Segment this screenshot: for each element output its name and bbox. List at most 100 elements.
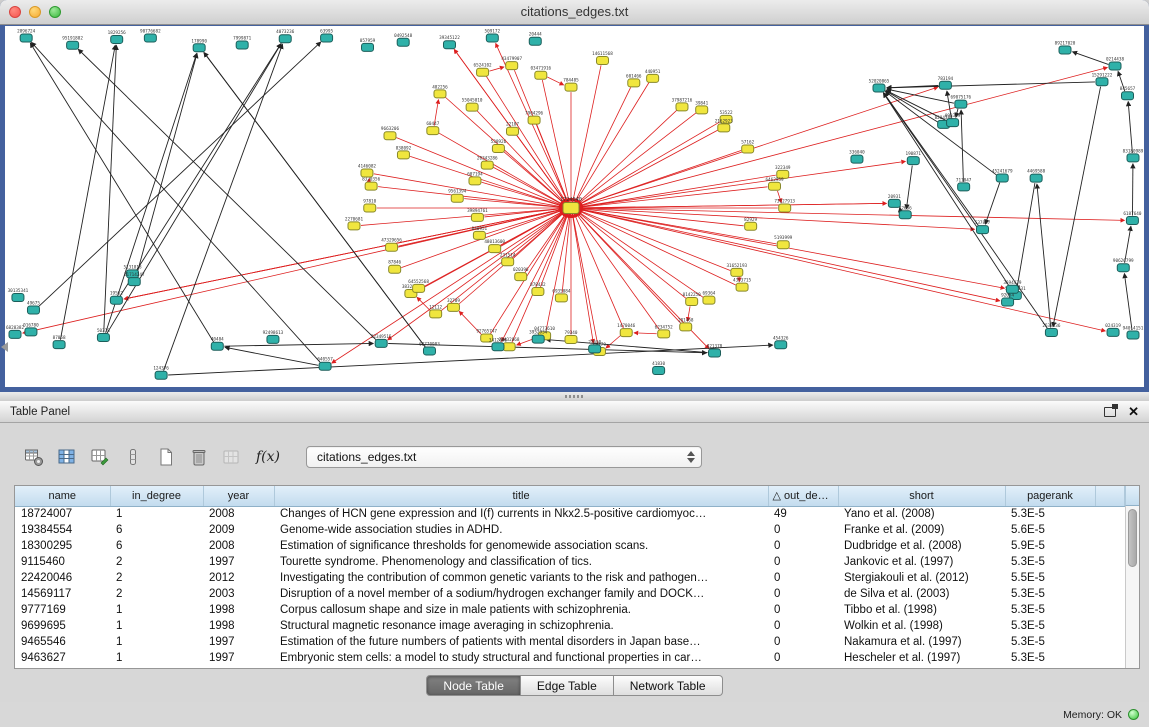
table-cell[interactable]: 9463627: [15, 650, 110, 666]
table-selector-dropdown[interactable]: citations_edges.txt: [306, 446, 702, 468]
table-cell[interactable]: Franke et al. (2009): [838, 522, 1005, 538]
table-cell[interactable]: 5.9E-5: [1005, 538, 1095, 554]
graph-edge[interactable]: [224, 343, 373, 346]
table-cell[interactable]: 5.3E-5: [1005, 602, 1095, 618]
table-cell[interactable]: 22420046: [15, 570, 110, 586]
graph-node[interactable]: 90776682: [140, 29, 161, 43]
graph-node[interactable]: 024319: [1105, 323, 1121, 337]
network-canvas[interactable]: 1724040731279138292951939993165219343537…: [5, 26, 1144, 387]
graph-node[interactable]: 27650: [588, 339, 601, 353]
graph-node[interactable]: 97810: [363, 199, 376, 213]
table-cell[interactable]: 2009: [203, 522, 274, 538]
graph-node[interactable]: 601466: [626, 73, 642, 87]
graph-node[interactable]: 40484: [211, 337, 224, 351]
graph-node[interactable]: 538926: [491, 139, 507, 153]
table-row[interactable]: 969969511998Structural magnetic resonanc…: [15, 618, 1125, 634]
graph-node[interactable]: 52020865: [869, 79, 890, 93]
graph-node[interactable]: 39841: [695, 100, 708, 114]
graph-edge[interactable]: [578, 211, 703, 297]
graph-node[interactable]: 20444: [529, 32, 542, 46]
graph-edge[interactable]: [502, 212, 568, 341]
graph-node[interactable]: 4469588: [1027, 169, 1046, 183]
table-cell[interactable]: Estimation of the future numbers of pati…: [274, 634, 768, 650]
graph-node[interactable]: 41830: [652, 361, 665, 375]
table-cell[interactable]: Embryonic stem cells: a model to study s…: [274, 650, 768, 666]
graph-edge[interactable]: [547, 77, 563, 85]
graph-edge[interactable]: [120, 44, 281, 296]
table-cell[interactable]: Structural magnetic resonance image aver…: [274, 618, 768, 634]
graph-node[interactable]: 784485: [563, 78, 579, 92]
graph-node[interactable]: 093339: [945, 113, 961, 127]
graph-node[interactable]: 22349515: [371, 334, 392, 348]
graph-edge[interactable]: [1053, 87, 1101, 327]
graph-node[interactable]: 30135341: [8, 288, 29, 302]
panel-collapse-arrow-icon[interactable]: [1, 342, 8, 352]
graph-node[interactable]: 7999871: [233, 35, 252, 49]
graph-node[interactable]: 2270681: [345, 216, 364, 230]
graph-node[interactable]: 0142250: [683, 292, 702, 306]
function-builder-button[interactable]: f(x): [253, 449, 283, 465]
graph-node[interactable]: 322349: [775, 165, 791, 179]
graph-edge[interactable]: [1125, 226, 1131, 262]
graph-edge[interactable]: [578, 68, 1107, 207]
graph-node[interactable]: 6828382: [6, 325, 25, 339]
table-cell[interactable]: de Silva et al. (2003): [838, 586, 1005, 602]
table-cell[interactable]: 1: [110, 602, 203, 618]
table-cell[interactable]: Stergiakouli et al. (2012): [838, 570, 1005, 586]
graph-node[interactable]: 057959: [360, 38, 376, 52]
table-cell[interactable]: 0: [768, 570, 838, 586]
graph-node[interactable]: 6234752: [655, 324, 674, 338]
split-drag-handle-icon[interactable]: [565, 395, 583, 398]
graph-node[interactable]: 6462959: [765, 177, 784, 191]
graph-edge[interactable]: [39, 42, 321, 306]
table-cell[interactable]: Investigating the contribution of common…: [274, 570, 768, 586]
graph-edge[interactable]: [1073, 52, 1109, 65]
graph-edge[interactable]: [906, 166, 912, 209]
graph-node[interactable]: 454326: [773, 335, 789, 349]
graph-edge[interactable]: [168, 345, 773, 375]
table-cell[interactable]: 1: [110, 618, 203, 634]
table-cell[interactable]: 1998: [203, 602, 274, 618]
graph-node[interactable]: 711847: [956, 177, 972, 191]
graph-edge[interactable]: [606, 336, 620, 348]
graph-edge[interactable]: [1128, 102, 1132, 153]
graph-node[interactable]: 37987216: [672, 97, 693, 111]
graph-edge[interactable]: [60, 45, 115, 339]
graph-node[interactable]: 607194: [467, 171, 483, 185]
column-header-3[interactable]: year: [203, 486, 274, 506]
table-cell[interactable]: 0: [768, 634, 838, 650]
graph-node[interactable]: 19562: [110, 291, 123, 305]
table-cell[interactable]: 5.3E-5: [1005, 506, 1095, 522]
graph-node[interactable]: 82929: [744, 217, 757, 231]
graph-edge[interactable]: [464, 199, 563, 208]
graph-node[interactable]: 90626799: [1113, 258, 1134, 272]
table-cell[interactable]: Disruption of a novel member of a sodium…: [274, 586, 768, 602]
graph-node[interactable]: 4353715: [733, 278, 752, 292]
table-cell[interactable]: Nakamura et al. (1997): [838, 634, 1005, 650]
graph-node[interactable]: 87846: [388, 260, 401, 274]
table-cell[interactable]: Genome-wide association studies in ADHD.: [274, 522, 768, 538]
delete-button[interactable]: [187, 445, 211, 469]
column-header-6[interactable]: short: [838, 486, 1005, 506]
column-button[interactable]: [121, 445, 145, 469]
memory-status-icon[interactable]: [1128, 709, 1139, 720]
column-header-1[interactable]: name: [15, 486, 110, 506]
edit-table-button[interactable]: [88, 445, 112, 469]
graph-node[interactable]: 838092: [396, 145, 412, 159]
graph-node[interactable]: 49675: [27, 300, 40, 314]
graph-edge[interactable]: [1124, 274, 1132, 330]
table-cell[interactable]: 0: [768, 522, 838, 538]
graph-node[interactable]: 0492548: [394, 33, 413, 47]
graph-node[interactable]: 60447: [426, 121, 439, 135]
graph-node[interactable]: 79340: [565, 330, 578, 344]
table-cell[interactable]: 1997: [203, 634, 274, 650]
graph-edge[interactable]: [1017, 183, 1035, 290]
graph-node[interactable]: 7904296: [525, 111, 544, 125]
table-cell[interactable]: Wolkin et al. (1998): [838, 618, 1005, 634]
graph-node[interactable]: 4073236: [276, 29, 295, 43]
graph-edge[interactable]: [204, 53, 425, 347]
column-header-4[interactable]: title: [274, 486, 768, 506]
table-cell[interactable]: 5.3E-5: [1005, 618, 1095, 634]
table-cell[interactable]: 0: [768, 554, 838, 570]
graph-edge[interactable]: [578, 209, 1005, 288]
